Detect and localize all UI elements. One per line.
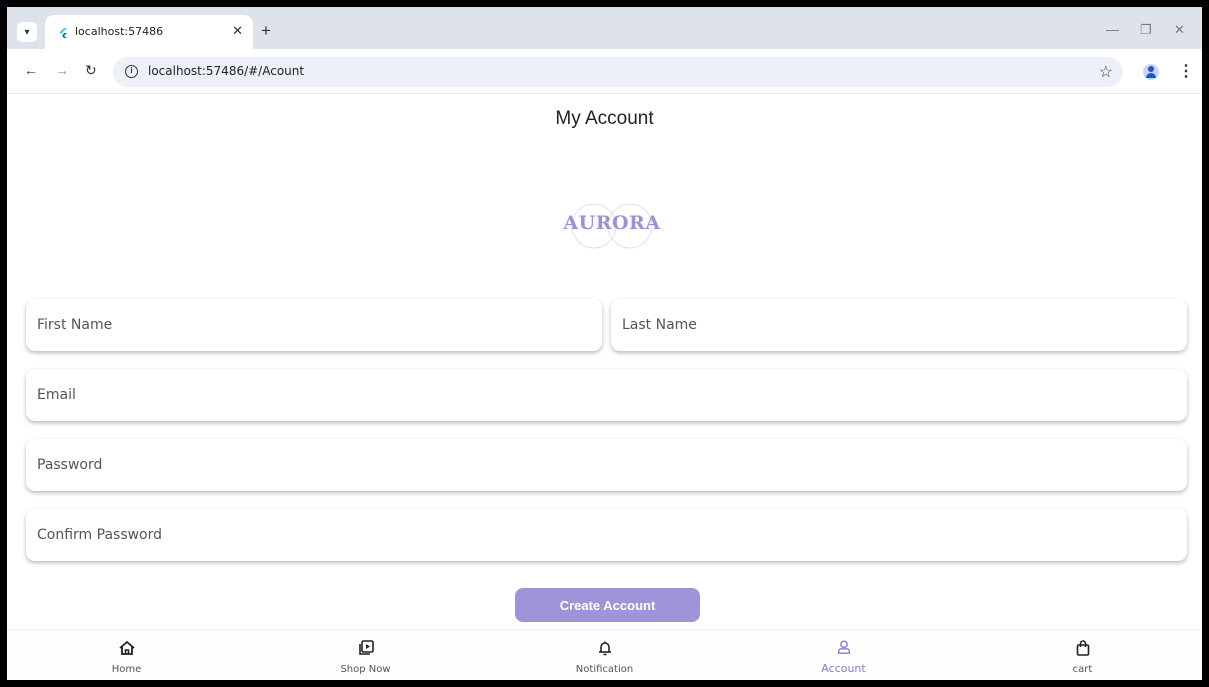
email-input[interactable] [26, 369, 1187, 421]
nav-label-home: Home [111, 664, 142, 675]
password-field[interactable] [26, 439, 1187, 491]
email-field[interactable] [26, 369, 1187, 421]
browser-toolbar: ← → ↻ i localhost:57486/#/Acount ☆ ⋮ [7, 49, 1202, 94]
bookmark-star-icon[interactable]: ☆ [1099, 62, 1113, 82]
more-menu-icon[interactable]: ⋮ [1178, 61, 1194, 81]
home-icon [118, 640, 135, 655]
page-title: My Account [555, 108, 654, 129]
reload-icon[interactable]: ↻ [85, 62, 97, 79]
nav-label-shop-now: Shop Now [340, 664, 391, 675]
nav-item-cart[interactable]: cart [963, 630, 1202, 680]
browser-window: ▾ localhost:57486 ✕ + — ❐ ✕ ← → ↻ i loca… [7, 7, 1202, 680]
confirm-password-input[interactable] [26, 509, 1187, 561]
flutter-favicon-icon [59, 28, 67, 38]
address-bar[interactable]: i localhost:57486/#/Acount ☆ [113, 57, 1123, 87]
nav-item-shop-now[interactable]: Shop Now [246, 630, 485, 680]
nav-label-account: Account [821, 662, 866, 675]
close-window-icon[interactable]: ✕ [1174, 22, 1185, 38]
forward-icon[interactable]: → [55, 62, 69, 78]
tab-search-icon[interactable]: ▾ [17, 22, 37, 42]
tab-strip: ▾ localhost:57486 ✕ + — ❐ ✕ [7, 7, 1202, 49]
account-page: My Account AURORA Create Account [7, 95, 1202, 680]
minimize-icon[interactable]: — [1106, 22, 1119, 37]
shop-now-icon [358, 640, 374, 655]
bell-icon [598, 641, 611, 656]
url-text[interactable]: localhost:57486/#/Acount [148, 64, 304, 78]
nav-item-notification[interactable]: Notification [485, 630, 724, 680]
shopping-bag-icon [1076, 640, 1089, 656]
account-icon [837, 640, 850, 654]
tab-close-icon[interactable]: ✕ [232, 23, 243, 39]
logo-text: AURORA [563, 212, 661, 234]
confirm-password-field[interactable] [26, 509, 1187, 561]
create-account-button[interactable]: Create Account [515, 588, 700, 622]
aurora-logo: AURORA [562, 199, 662, 249]
first-name-field[interactable] [26, 299, 602, 351]
last-name-input[interactable] [611, 299, 1187, 351]
restore-icon[interactable]: ❐ [1140, 22, 1152, 38]
tab-title: localhost:57486 [75, 25, 164, 38]
nav-label-notification: Notification [575, 664, 634, 675]
profile-avatar-icon[interactable] [1143, 64, 1159, 80]
last-name-field[interactable] [611, 299, 1187, 351]
bottom-navigation: Home Shop Now Notification Account cart [7, 629, 1202, 680]
new-tab-icon[interactable]: + [261, 21, 271, 41]
password-input[interactable] [26, 439, 1187, 491]
nav-label-cart: cart [1072, 664, 1093, 675]
nav-item-home[interactable]: Home [7, 630, 246, 680]
first-name-input[interactable] [26, 299, 602, 351]
site-info-icon[interactable]: i [125, 65, 138, 78]
nav-item-account[interactable]: Account [724, 630, 963, 680]
back-icon[interactable]: ← [24, 62, 38, 78]
browser-tab[interactable]: localhost:57486 ✕ [45, 15, 253, 49]
